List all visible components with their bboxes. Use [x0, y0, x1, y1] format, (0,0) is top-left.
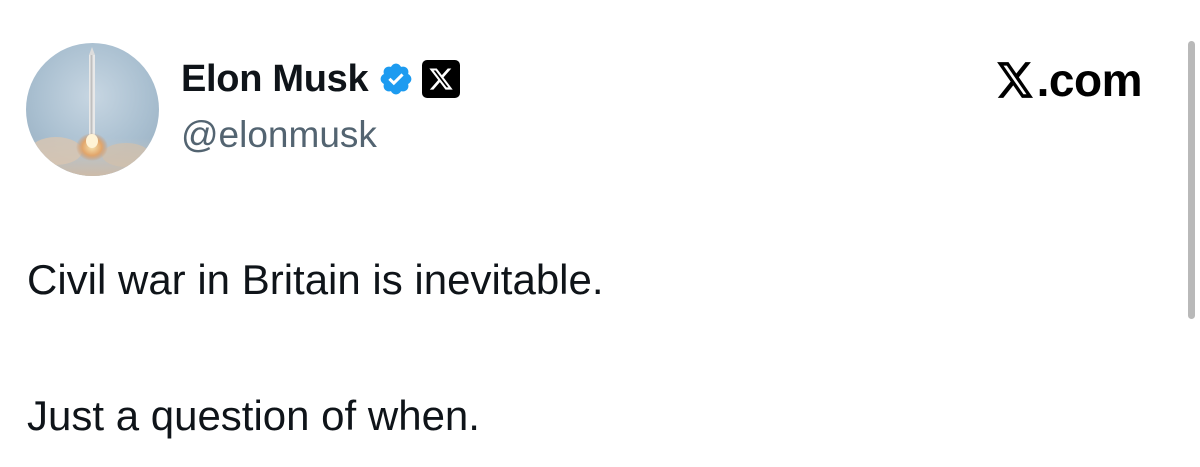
scrollbar[interactable]	[1188, 41, 1195, 319]
x-logo-icon	[422, 60, 461, 98]
verified-badge-icon[interactable]	[378, 61, 414, 97]
author-row: Elon Musk	[181, 58, 461, 100]
tweet-text-line: Just a question of when.	[27, 392, 480, 439]
brand-watermark: .com	[995, 54, 1143, 106]
x-logo-icon	[995, 58, 1035, 102]
tweet-card: Elon Musk @elonmusk .com Civil war in Br…	[0, 0, 1200, 467]
user-handle[interactable]: @elonmusk	[181, 114, 377, 156]
brand-domain-text: .com	[1036, 54, 1143, 106]
rocket-launch-image	[26, 47, 159, 176]
display-name[interactable]: Elon Musk	[181, 58, 369, 100]
tweet-text-line: Civil war in Britain is inevitable.	[27, 256, 604, 303]
avatar[interactable]	[26, 43, 159, 176]
